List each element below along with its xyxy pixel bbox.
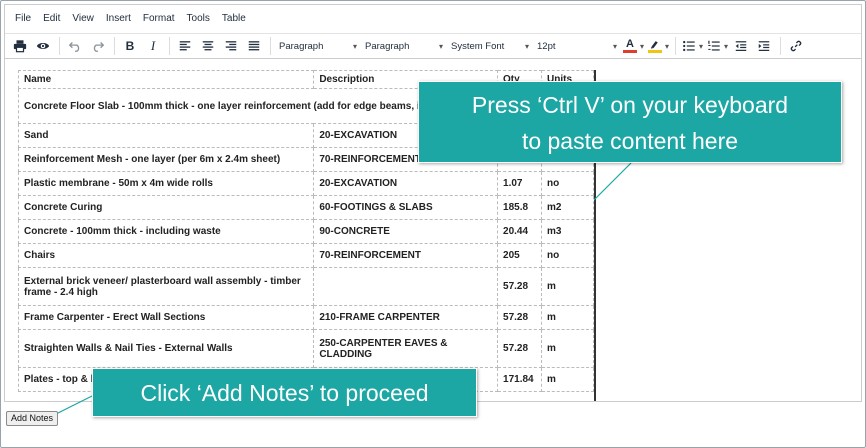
table-cell: 20-EXCAVATION (313, 171, 499, 196)
chevron-down-icon: ▾ (724, 41, 729, 51)
table-row: Chairs 70-REINFORCEMENT 205 no (17, 243, 594, 268)
rich-text-editor: File Edit View Insert Format Tools Table… (4, 4, 862, 402)
table-cell: Sand (17, 123, 315, 148)
table-cell: 171.84 (497, 367, 543, 392)
chevron-down-icon: ▾ (438, 41, 443, 51)
outdent-icon[interactable] (730, 35, 752, 57)
menu-view[interactable]: View (66, 8, 100, 30)
menu-edit[interactable]: Edit (37, 8, 66, 30)
paste-instruction-line-2: to paste content here (521, 128, 739, 154)
table-cell: 57.28 (497, 329, 543, 368)
table-cell: 1.07 (497, 171, 543, 196)
numbered-list-icon (708, 40, 720, 51)
menu-format[interactable]: Format (137, 8, 181, 30)
toolbar-separator (114, 37, 115, 55)
add-notes-instruction-callout: Click ‘Add Notes’ to proceed (92, 368, 477, 417)
header-name: Name (17, 70, 315, 89)
table-cell: m (541, 367, 594, 392)
table-cell: Plastic membrane - 50m x 4m wide rolls (17, 171, 315, 196)
table-cell: m (541, 305, 594, 330)
table-cell: 70-REINFORCEMENT (313, 243, 499, 268)
table-row: External brick veneer/ plasterboard wall… (17, 267, 594, 306)
toolbar: B I Paragraph ▾ Paragraph ▾ System Font … (5, 33, 861, 59)
table-row: Concrete - 100mm thick - including waste… (17, 219, 594, 244)
preview-icon[interactable] (32, 35, 54, 57)
table-cell: Concrete Curing (17, 195, 315, 220)
table-cell (313, 267, 499, 306)
table-cell: m (541, 329, 594, 368)
font-family-select[interactable]: System Font ▾ (447, 35, 533, 57)
table-row: Straighten Walls & Nail Ties - External … (17, 329, 594, 368)
align-right-icon[interactable] (220, 35, 242, 57)
table-cell: no (541, 243, 594, 268)
toolbar-separator (780, 37, 782, 55)
highlight-icon (650, 41, 658, 49)
table-cell: External brick veneer/ plasterboard wall… (17, 267, 315, 306)
bullet-list-icon (683, 40, 695, 52)
chevron-down-icon: ▾ (352, 41, 357, 51)
table-row: Concrete Curing 60-FOOTINGS & SLABS 185.… (17, 195, 594, 220)
paragraph-style-select[interactable]: Paragraph ▾ (361, 35, 447, 57)
toolbar-separator (59, 37, 60, 55)
text-color-icon: A (626, 38, 634, 50)
table-cell: 205 (497, 243, 543, 268)
table-cell: Frame Carpenter - Erect Wall Sections (17, 305, 315, 330)
menubar: File Edit View Insert Format Tools Table (5, 5, 861, 33)
bold-icon[interactable]: B (119, 35, 141, 57)
table-cell: 60-FOOTINGS & SLABS (313, 195, 499, 220)
menu-tools[interactable]: Tools (181, 8, 216, 30)
align-justify-icon[interactable] (243, 35, 265, 57)
table-cell: m3 (541, 219, 594, 244)
toolbar-separator (169, 37, 170, 55)
link-icon[interactable] (785, 35, 807, 57)
table-cell: m2 (541, 195, 594, 220)
table-cell: 57.28 (497, 305, 543, 330)
font-size-value: 12pt (537, 40, 556, 52)
table-cell: 20.44 (497, 219, 543, 244)
undo-icon[interactable] (64, 35, 86, 57)
chevron-down-icon: ▾ (640, 41, 645, 51)
italic-icon[interactable]: I (142, 35, 164, 57)
block-format-value: Paragraph (279, 40, 324, 52)
paste-instruction-callout: Press ‘Ctrl V’ on your keyboard to paste… (418, 81, 842, 163)
table-cell: Reinforcement Mesh - one layer (per 6m x… (17, 147, 315, 172)
chevron-down-icon: ▾ (699, 41, 704, 51)
text-color-button[interactable]: A ▾ (621, 35, 646, 57)
menu-table[interactable]: Table (216, 8, 252, 30)
table-cell: Concrete - 100mm thick - including waste (17, 219, 315, 244)
chevron-down-icon: ▾ (665, 41, 670, 51)
align-center-icon[interactable] (197, 35, 219, 57)
table-cell: m (541, 267, 594, 306)
align-left-icon[interactable] (174, 35, 196, 57)
table-cell: Chairs (17, 243, 315, 268)
block-format-select[interactable]: Paragraph ▾ (275, 35, 361, 57)
paste-instruction-line-1: Press ‘Ctrl V’ on your keyboard (471, 92, 789, 118)
font-size-select[interactable]: 12pt ▾ (533, 35, 621, 57)
print-icon[interactable] (9, 35, 31, 57)
toolbar-separator (675, 37, 677, 55)
table-cell: Straighten Walls & Nail Ties - External … (17, 329, 315, 368)
table-cell: 57.28 (497, 267, 543, 306)
table-row: Plastic membrane - 50m x 4m wide rolls 2… (17, 171, 594, 196)
numbered-list-button[interactable]: ▾ (705, 35, 730, 57)
chevron-down-icon: ▾ (524, 41, 529, 51)
indent-icon[interactable] (753, 35, 775, 57)
font-family-value: System Font (451, 40, 505, 52)
table-row: Frame Carpenter - Erect Wall Sections 21… (17, 305, 594, 330)
chevron-down-icon: ▾ (612, 41, 617, 51)
menu-insert[interactable]: Insert (100, 8, 137, 30)
menu-file[interactable]: File (9, 8, 37, 30)
bullet-list-button[interactable]: ▾ (680, 35, 705, 57)
table-cell: 185.8 (497, 195, 543, 220)
toolbar-separator (270, 37, 271, 55)
highlight-color-button[interactable]: ▾ (646, 35, 671, 57)
add-notes-button[interactable]: Add Notes (6, 411, 59, 426)
redo-icon[interactable] (87, 35, 109, 57)
paragraph-style-value: Paragraph (365, 40, 410, 52)
table-cell: no (541, 171, 594, 196)
table-cell: 250-CARPENTER EAVES & CLADDING (313, 329, 499, 368)
table-cell: 210-FRAME CARPENTER (313, 305, 499, 330)
table-cell: 90-CONCRETE (313, 219, 499, 244)
